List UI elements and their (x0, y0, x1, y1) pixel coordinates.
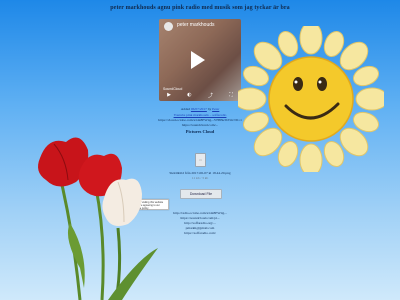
fullscreen-icon[interactable]: ⛶ (229, 92, 233, 98)
download-button[interactable]: Download File (180, 189, 222, 199)
play-icon[interactable] (191, 51, 205, 69)
page-title: peter markhouds agnu pink radio med musi… (110, 5, 290, 11)
play-button-icon[interactable]: ▶ (167, 92, 171, 98)
sun-illustration (238, 26, 384, 172)
video-title[interactable]: peter markhouds (177, 22, 215, 28)
author-link[interactable]: Peter (212, 107, 219, 111)
video-controls: ▶ ◐ ⤴ ⛶ (159, 91, 241, 99)
tulips-illustration (38, 137, 158, 300)
share-icon[interactable]: ⤴ (208, 92, 213, 99)
volume-icon[interactable]: ◐ (187, 92, 191, 98)
source-link[interactable]: Youtube pink markhouds – soffaradio (174, 113, 227, 117)
date-link[interactable]: 06/07/2017 (191, 107, 207, 111)
channel-avatar[interactable] (164, 22, 173, 31)
file-thumbnail[interactable]: □ (195, 153, 206, 167)
video-player[interactable]: peter markhouds SoundCloud ▶ ◐ ⤴ ⛶ (159, 19, 241, 101)
